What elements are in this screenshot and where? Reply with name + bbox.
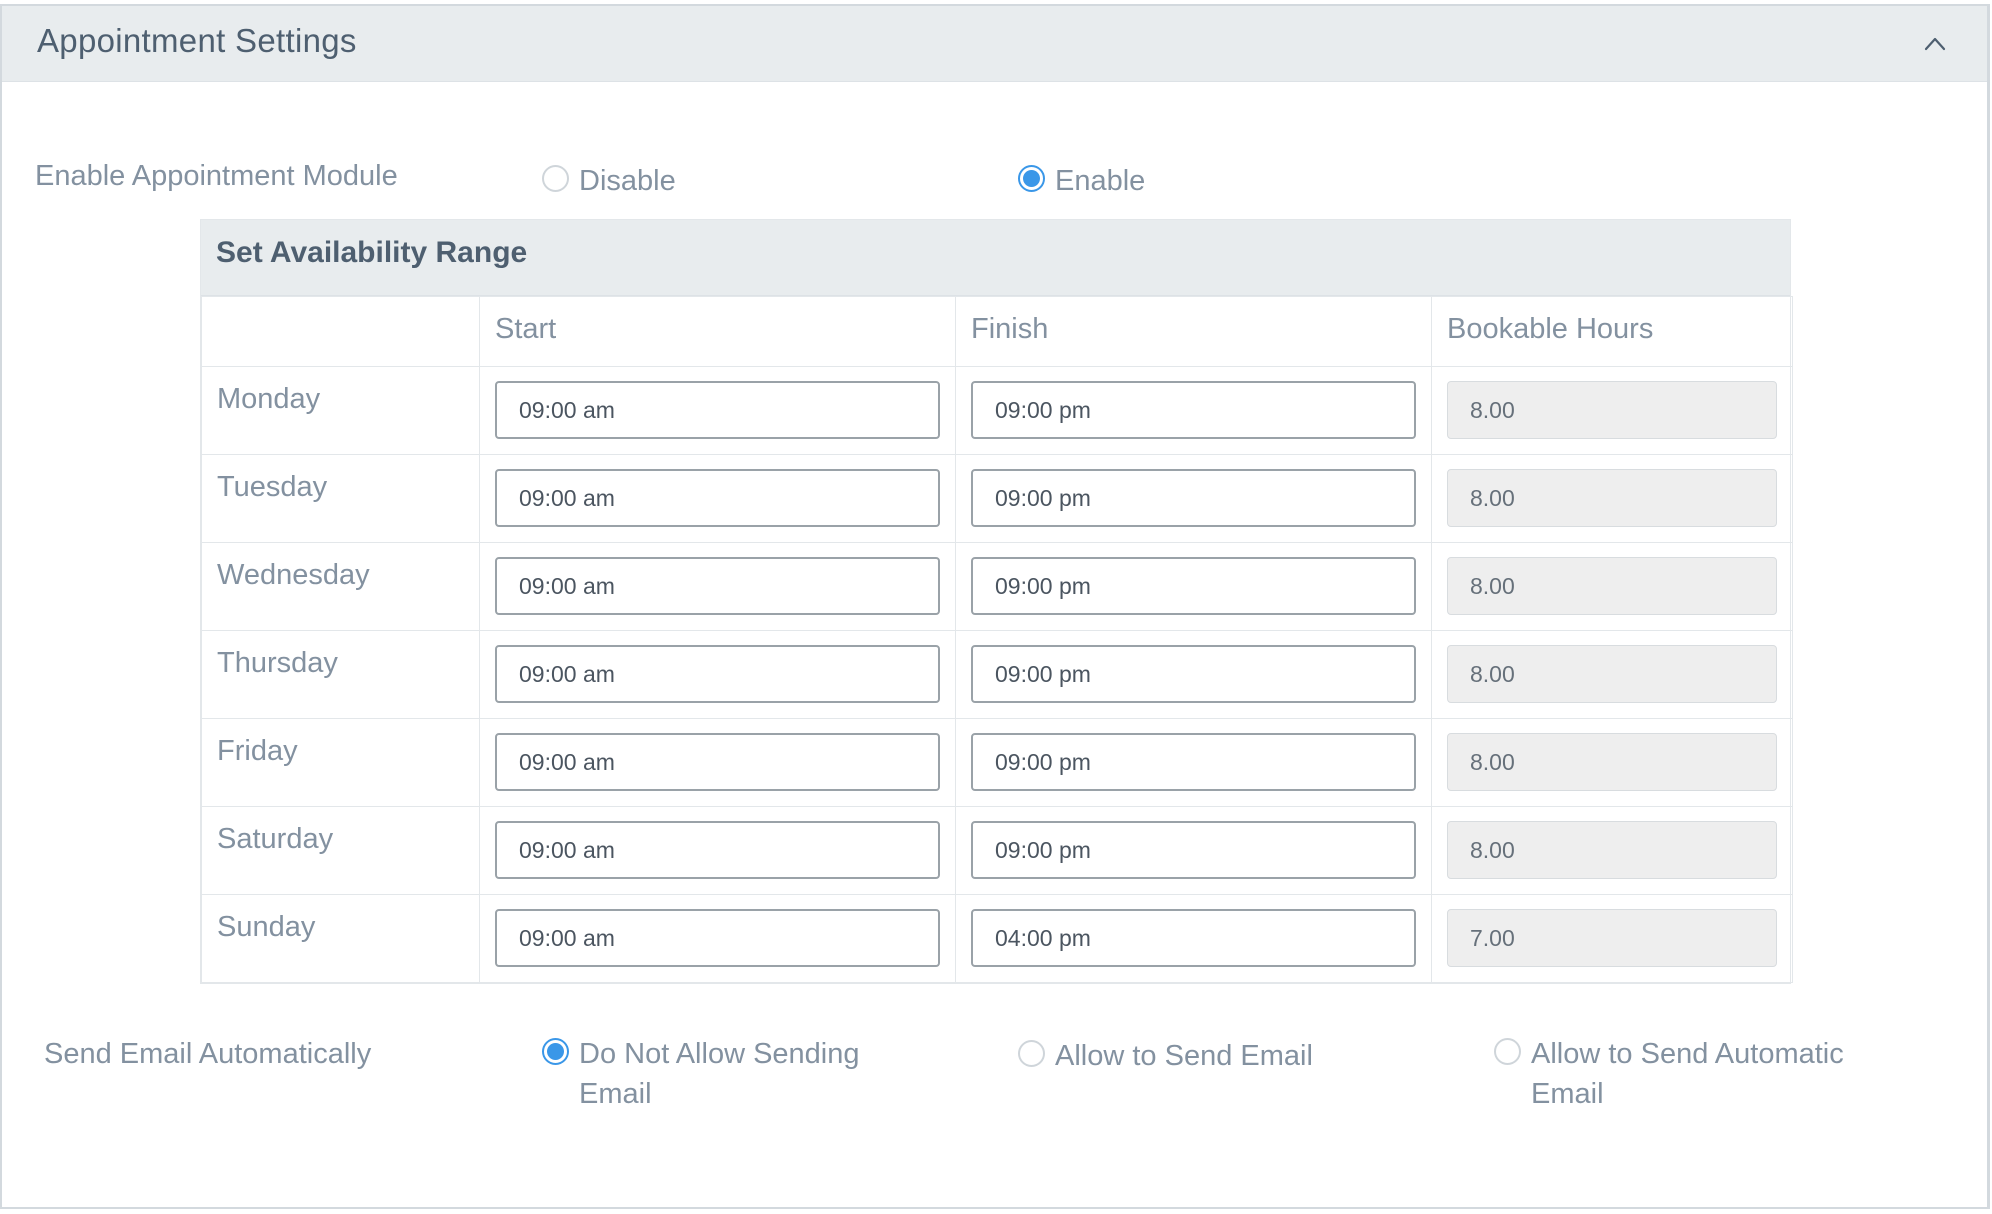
email-label: Send Email Automatically <box>44 1038 372 1070</box>
day-label-wednesday: Wednesday <box>217 559 370 591</box>
radio-enable-label: Enable <box>1055 165 1146 197</box>
column-header-day <box>201 296 480 367</box>
bookable-hours-wednesday: 8.00 <box>1447 557 1777 615</box>
radio-allow-circle[interactable] <box>1018 1040 1045 1067</box>
day-label-monday: Monday <box>217 383 321 415</box>
day-label-thursday: Thursday <box>217 647 338 679</box>
column-header-bookable-hours: Bookable Hours <box>1431 296 1793 367</box>
table-row: Tuesday 09:00 am 09:00 pm 8.00 <box>201 454 1793 543</box>
start-time-input-wednesday[interactable]: 09:00 am <box>495 557 940 615</box>
table-header-row: Start Finish Bookable Hours <box>201 296 1793 367</box>
table-row: Saturday 09:00 am 09:00 pm 8.00 <box>201 806 1793 895</box>
day-label-saturday: Saturday <box>217 823 334 855</box>
radio-do-not-allow-circle[interactable] <box>542 1038 569 1065</box>
finish-time-input-wednesday[interactable]: 09:00 pm <box>971 557 1416 615</box>
availability-range-card: Set Availability Range Start Finish Book… <box>200 219 1793 984</box>
module-radio-enable[interactable]: Enable <box>1018 163 1145 201</box>
radio-allow-label: Allow to Send Email <box>1055 1036 1313 1076</box>
finish-time-input-sunday[interactable]: 04:00 pm <box>971 909 1416 967</box>
radio-disable-label: Disable <box>579 165 676 197</box>
radio-do-not-allow-line2: Email <box>579 1078 652 1110</box>
table-row: Thursday 09:00 am 09:00 pm 8.00 <box>201 630 1793 719</box>
bookable-hours-sunday: 7.00 <box>1447 909 1777 967</box>
finish-time-input-thursday[interactable]: 09:00 pm <box>971 645 1416 703</box>
module-label: Enable Appointment Module <box>35 160 398 192</box>
finish-time-input-friday[interactable]: 09:00 pm <box>971 733 1416 791</box>
start-time-input-thursday[interactable]: 09:00 am <box>495 645 940 703</box>
radio-allow-automatic-circle[interactable] <box>1494 1038 1521 1065</box>
radio-do-not-allow-line1: Do Not Allow Sending <box>579 1038 860 1070</box>
start-time-input-saturday[interactable]: 09:00 am <box>495 821 940 879</box>
bookable-hours-tuesday: 8.00 <box>1447 469 1777 527</box>
radio-allow-automatic-line1: Allow to Send Automatic <box>1531 1038 1844 1070</box>
radio-do-not-allow-label: Do Not Allow Sending Email <box>579 1034 860 1114</box>
start-time-input-sunday[interactable]: 09:00 am <box>495 909 940 967</box>
column-header-start: Start <box>479 296 956 367</box>
start-time-input-tuesday[interactable]: 09:00 am <box>495 469 940 527</box>
finish-time-input-tuesday[interactable]: 09:00 pm <box>971 469 1416 527</box>
day-label-tuesday: Tuesday <box>217 471 328 503</box>
table-row: Friday 09:00 am 09:00 pm 8.00 <box>201 718 1793 807</box>
table-row: Wednesday 09:00 am 09:00 pm 8.00 <box>201 542 1793 631</box>
column-header-finish: Finish <box>955 296 1432 367</box>
availability-title: Set Availability Range <box>216 236 528 269</box>
day-label-friday: Friday <box>217 735 298 767</box>
start-time-input-monday[interactable]: 09:00 am <box>495 381 940 439</box>
table-row: Sunday 09:00 am 04:00 pm 7.00 <box>201 894 1793 983</box>
panel-title: Appointment Settings <box>37 22 357 59</box>
radio-allow-automatic-label: Allow to Send Automatic Email <box>1531 1034 1844 1114</box>
start-time-input-friday[interactable]: 09:00 am <box>495 733 940 791</box>
radio-enable-circle[interactable] <box>1018 165 1045 192</box>
bookable-hours-saturday: 8.00 <box>1447 821 1777 879</box>
table-row: Monday 09:00 am 09:00 pm 8.00 <box>201 366 1793 455</box>
chevron-up-icon[interactable] <box>1921 30 1949 58</box>
bookable-hours-friday: 8.00 <box>1447 733 1777 791</box>
finish-time-input-saturday[interactable]: 09:00 pm <box>971 821 1416 879</box>
email-radio-allow[interactable]: Allow to Send Email <box>1018 1038 1313 1076</box>
radio-allow-line1: Allow to Send Email <box>1055 1040 1313 1072</box>
availability-table: Start Finish Bookable Hours Monday 09:00… <box>201 296 1793 983</box>
radio-allow-automatic-line2: Email <box>1531 1078 1604 1110</box>
bookable-hours-thursday: 8.00 <box>1447 645 1777 703</box>
email-radio-do-not-allow[interactable]: Do Not Allow Sending Email <box>542 1036 860 1114</box>
day-label-sunday: Sunday <box>217 911 316 943</box>
availability-header: Set Availability Range <box>201 220 1790 296</box>
module-radio-disable[interactable]: Disable <box>542 163 676 201</box>
panel-header[interactable]: Appointment Settings <box>2 6 1987 82</box>
finish-time-input-monday[interactable]: 09:00 pm <box>971 381 1416 439</box>
email-radio-allow-automatic[interactable]: Allow to Send Automatic Email <box>1494 1036 1844 1114</box>
appointment-settings-panel: Appointment Settings Enable Appointment … <box>0 4 1990 1209</box>
radio-disable-circle[interactable] <box>542 165 569 192</box>
bookable-hours-monday: 8.00 <box>1447 381 1777 439</box>
